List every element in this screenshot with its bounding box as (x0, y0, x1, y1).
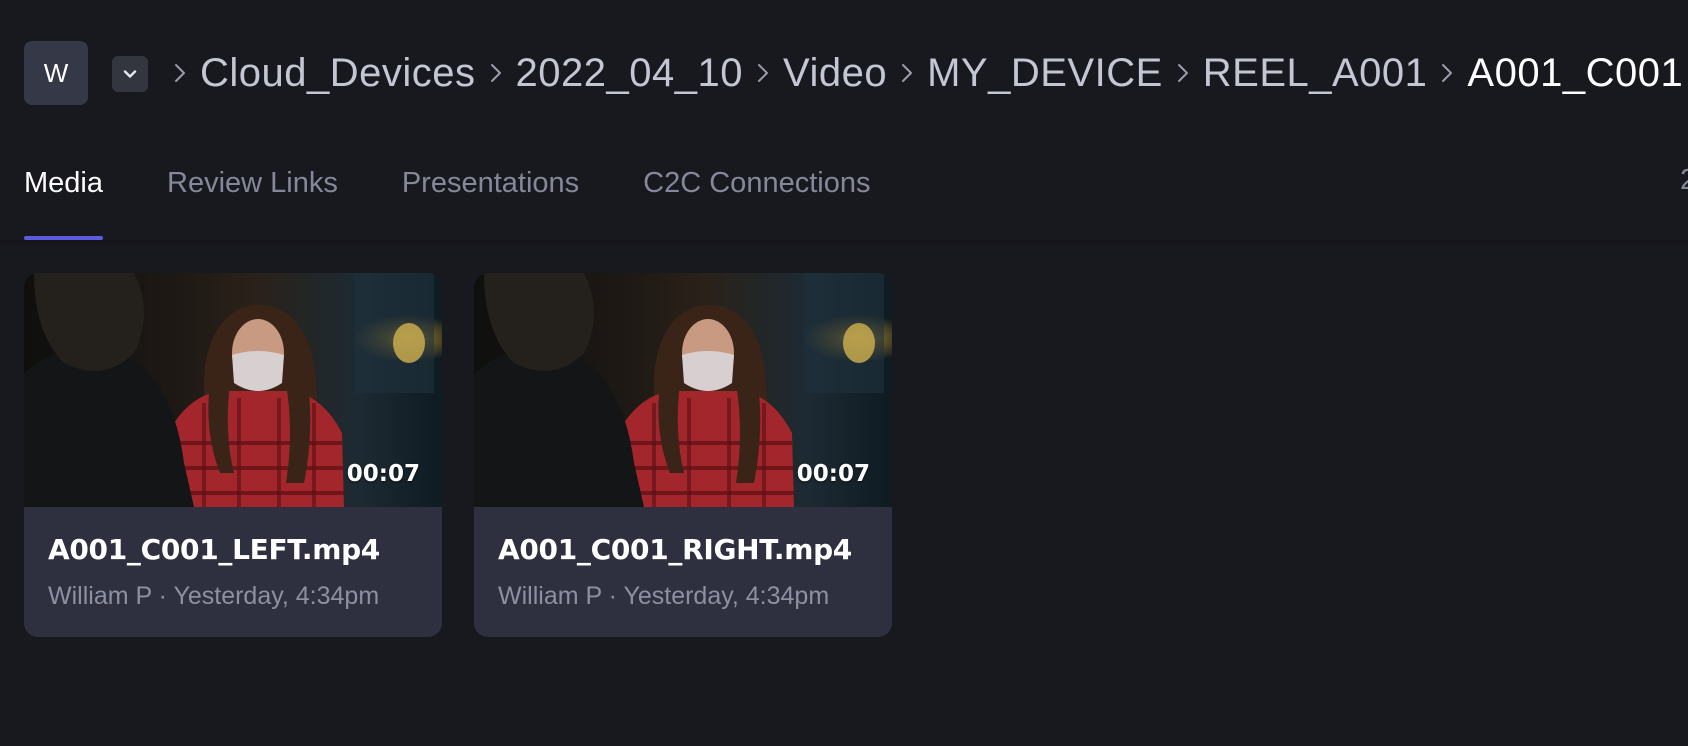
breadcrumb-item-reel[interactable]: REEL_A001 (1203, 51, 1428, 96)
video-duration: 00:07 (796, 461, 870, 487)
breadcrumb-item-my-device[interactable]: MY_DEVICE (927, 51, 1163, 96)
video-duration: 00:07 (346, 461, 420, 487)
tab-divider (0, 240, 1688, 246)
breadcrumb-item-video[interactable]: Video (783, 51, 887, 96)
media-meta: William P · Yesterday, 4:34pm (498, 582, 830, 610)
media-card[interactable]: 00:07 A001_C001_RIGHT.mp4 William P · Ye… (474, 273, 892, 637)
tab-media[interactable]: Media (24, 150, 103, 240)
video-thumbnail: 00:07 (24, 273, 442, 507)
breadcrumb-item-current: A001_C001 (1467, 50, 1684, 95)
tab-bar: Media Review Links Presentations C2C Con… (24, 150, 934, 240)
media-grid: 00:07 A001_C001_LEFT.mp4 William P · Yes… (24, 273, 892, 637)
chevron-right-icon (1169, 44, 1197, 102)
header: W Cloud_Devices 2022_04_10 Video MY_DEVI… (0, 0, 1688, 145)
breadcrumb: Cloud_Devices 2022_04_10 Video MY_DEVICE… (160, 44, 1683, 102)
breadcrumb-item-cloud-devices[interactable]: Cloud_Devices (200, 51, 476, 96)
tab-overflow-text: 2 (1680, 164, 1688, 197)
media-meta: William P · Yesterday, 4:34pm (48, 582, 380, 610)
breadcrumb-item-date[interactable]: 2022_04_10 (516, 51, 743, 96)
chevron-right-icon (482, 44, 510, 102)
breadcrumb-dropdown-button[interactable] (112, 56, 148, 92)
media-filename: A001_C001_LEFT.mp4 (48, 533, 380, 566)
tab-review-links[interactable]: Review Links (167, 150, 338, 240)
media-filename: A001_C001_RIGHT.mp4 (498, 533, 852, 566)
media-card[interactable]: 00:07 A001_C001_LEFT.mp4 William P · Yes… (24, 273, 442, 637)
chevron-right-icon (893, 44, 921, 102)
chevron-right-icon (1433, 44, 1461, 102)
tab-presentations[interactable]: Presentations (402, 150, 579, 240)
chevron-right-icon (166, 44, 194, 102)
chevron-down-icon (123, 70, 137, 78)
tab-c2c-connections[interactable]: C2C Connections (643, 150, 870, 240)
chevron-right-icon (749, 44, 777, 102)
video-thumbnail: 00:07 (474, 273, 892, 507)
workspace-avatar[interactable]: W (24, 41, 88, 105)
